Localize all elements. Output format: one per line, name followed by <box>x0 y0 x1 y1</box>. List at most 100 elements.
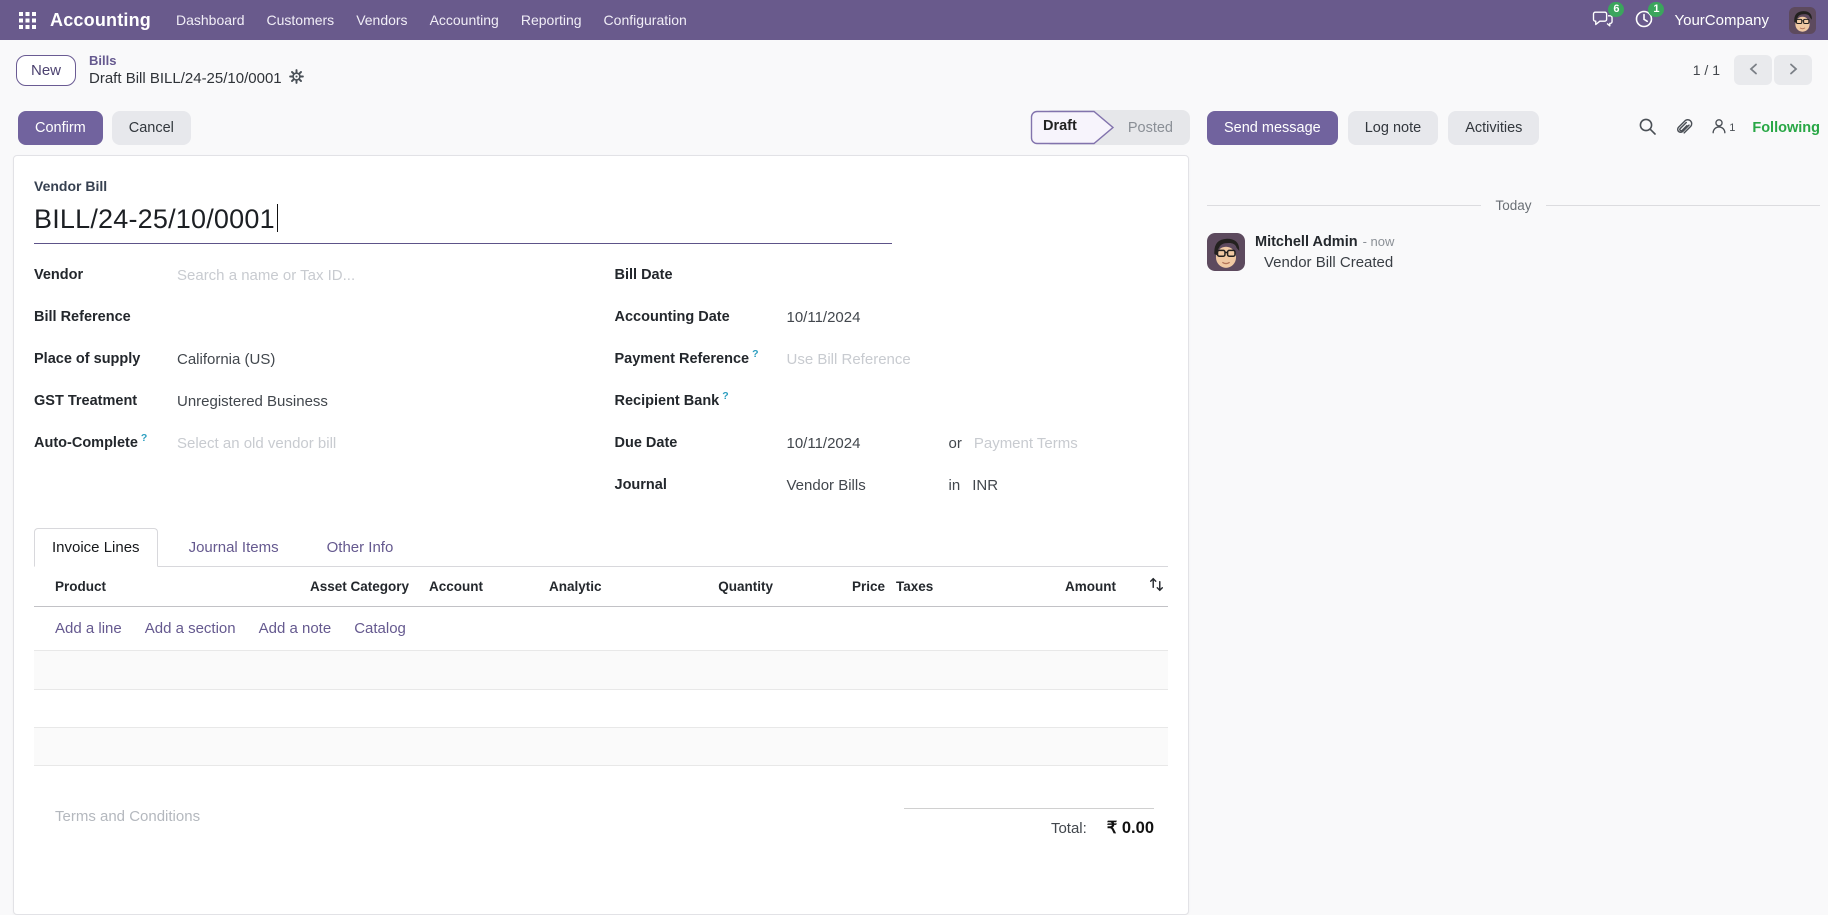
menu-accounting[interactable]: Accounting <box>419 0 510 40</box>
menu-vendors[interactable]: Vendors <box>345 0 418 40</box>
vendor-input[interactable]: Search a name or Tax ID... <box>177 267 355 284</box>
menu-dashboard[interactable]: Dashboard <box>165 0 256 40</box>
pager: 1 / 1 <box>1693 55 1812 85</box>
messages-menu[interactable]: 6 <box>1592 9 1614 31</box>
field-gst-treatment: GST Treatment Unregistered Business <box>34 380 588 422</box>
activities-badge: 1 <box>1648 2 1664 17</box>
statusbar: Posted Draft <box>1030 110 1190 145</box>
add-a-note-link[interactable]: Add a note <box>259 620 332 637</box>
pager-previous-button[interactable] <box>1734 55 1772 85</box>
cancel-button[interactable]: Cancel <box>112 111 191 145</box>
lines-table-links: Add a line Add a section Add a note Cata… <box>34 607 1168 650</box>
main-menu: Dashboard Customers Vendors Accounting R… <box>165 0 698 40</box>
followers-button[interactable]: 1 <box>1708 115 1737 140</box>
field-bill-date: Bill Date <box>615 254 1169 296</box>
payment-reference-input[interactable]: Use Bill Reference <box>787 351 911 368</box>
place-of-supply-input[interactable]: California (US) <box>177 351 275 368</box>
column-account: Account <box>429 579 549 594</box>
date-divider: Today <box>1207 198 1820 213</box>
tab-invoice-lines[interactable]: Invoice Lines <box>34 528 158 567</box>
help-icon[interactable]: ? <box>141 432 147 444</box>
total-label: Total: <box>1051 820 1087 837</box>
terms-and-conditions-input[interactable]: Terms and Conditions <box>55 808 200 825</box>
accounting-date-input[interactable]: 10/11/2024 <box>787 309 861 326</box>
today-label: Today <box>1495 198 1531 213</box>
message-author[interactable]: Mitchell Admin <box>1255 234 1358 250</box>
in-label: in <box>949 477 961 494</box>
breadcrumb-bills-link[interactable]: Bills <box>89 53 304 68</box>
log-note-button[interactable]: Log note <box>1348 111 1438 145</box>
field-recipient-bank: Recipient Bank? <box>615 380 1169 422</box>
pager-count: 1 / 1 <box>1693 62 1720 78</box>
gear-icon[interactable] <box>289 69 304 87</box>
user-avatar[interactable] <box>1789 7 1816 34</box>
paperclip-icon <box>1674 117 1693 139</box>
field-vendor: Vendor Search a name or Tax ID... <box>34 254 588 296</box>
add-a-section-link[interactable]: Add a section <box>145 620 236 637</box>
activities-button[interactable]: Activities <box>1448 111 1539 145</box>
bill-name-input[interactable]: BILL/24-25/10/0001 <box>34 202 892 244</box>
empty-table-row <box>34 765 1168 798</box>
company-switcher[interactable]: YourCompany <box>1674 12 1769 29</box>
menu-configuration[interactable]: Configuration <box>593 0 698 40</box>
column-price: Price <box>773 579 885 594</box>
payment-terms-input[interactable]: Payment Terms <box>974 435 1078 452</box>
lines-table-header: Product Asset Category Account Analytic … <box>34 567 1168 607</box>
empty-table-row <box>34 689 1168 727</box>
due-date-input[interactable]: 10/11/2024 <box>787 435 949 452</box>
confirm-button[interactable]: Confirm <box>18 111 103 145</box>
total-value: ₹ 0.00 <box>1107 818 1154 838</box>
message-body: Vendor Bill Created <box>1255 254 1394 271</box>
column-quantity: Quantity <box>654 579 773 594</box>
catalog-link[interactable]: Catalog <box>354 620 406 637</box>
chatter-message: Mitchell Admin - now Vendor Bill Created <box>1207 233 1820 271</box>
following-toggle[interactable]: Following <box>1752 120 1820 136</box>
attach-files-button[interactable] <box>1672 115 1695 141</box>
column-product: Product <box>34 579 310 594</box>
status-draft[interactable]: Draft <box>1030 110 1116 145</box>
notebook-tabs: Invoice Lines Journal Items Other Info <box>34 528 1168 567</box>
search-messages-button[interactable] <box>1636 115 1659 141</box>
form-action-bar: Confirm Cancel Posted Draft <box>0 100 1192 155</box>
optional-columns-icon[interactable] <box>1149 577 1164 595</box>
apps-grid-icon[interactable] <box>10 0 44 40</box>
column-analytic: Analytic <box>549 579 654 594</box>
column-taxes: Taxes <box>885 579 985 594</box>
top-navbar: Accounting Dashboard Customers Vendors A… <box>0 0 1828 40</box>
column-amount: Amount <box>985 579 1116 594</box>
pager-next-button[interactable] <box>1774 55 1812 85</box>
field-due-date: Due Date 10/11/2024 or Payment Terms <box>615 422 1169 464</box>
breadcrumb: Bills Draft Bill BILL/24-25/10/0001 <box>89 53 304 87</box>
currency-input[interactable]: INR <box>972 477 998 494</box>
empty-table-row <box>34 727 1168 765</box>
app-brand[interactable]: Accounting <box>50 10 151 31</box>
doc-type-label: Vendor Bill <box>34 178 1168 194</box>
followers-count: 1 <box>1729 122 1735 134</box>
message-avatar[interactable] <box>1207 233 1245 271</box>
tab-journal-items[interactable]: Journal Items <box>172 529 296 566</box>
menu-customers[interactable]: Customers <box>256 0 346 40</box>
help-icon[interactable]: ? <box>722 390 728 402</box>
column-asset-category: Asset Category <box>310 579 429 594</box>
auto-complete-input[interactable]: Select an old vendor bill <box>177 435 336 452</box>
new-button[interactable]: New <box>16 55 76 86</box>
field-accounting-date: Accounting Date 10/11/2024 <box>615 296 1169 338</box>
send-message-button[interactable]: Send message <box>1207 111 1338 145</box>
tab-other-info[interactable]: Other Info <box>310 529 411 566</box>
control-panel: New Bills Draft Bill BILL/24-25/10/0001 … <box>0 40 1828 100</box>
activities-menu[interactable]: 1 <box>1634 9 1654 32</box>
gst-treatment-input[interactable]: Unregistered Business <box>177 393 328 410</box>
form-sheet: Vendor Bill BILL/24-25/10/0001 Vendor Se… <box>13 155 1189 915</box>
menu-reporting[interactable]: Reporting <box>510 0 593 40</box>
messages-badge: 6 <box>1608 2 1624 17</box>
breadcrumb-current: Draft Bill BILL/24-25/10/0001 <box>89 70 282 87</box>
text-cursor <box>277 204 279 232</box>
or-label: or <box>949 435 962 452</box>
search-icon <box>1638 117 1657 139</box>
add-a-line-link[interactable]: Add a line <box>55 620 122 637</box>
field-journal: Journal Vendor Bills in INR <box>615 464 1169 506</box>
chevron-left-icon <box>1748 63 1759 78</box>
field-auto-complete: Auto-Complete? Select an old vendor bill <box>34 422 588 464</box>
journal-input[interactable]: Vendor Bills <box>787 477 949 494</box>
help-icon[interactable]: ? <box>752 348 758 360</box>
